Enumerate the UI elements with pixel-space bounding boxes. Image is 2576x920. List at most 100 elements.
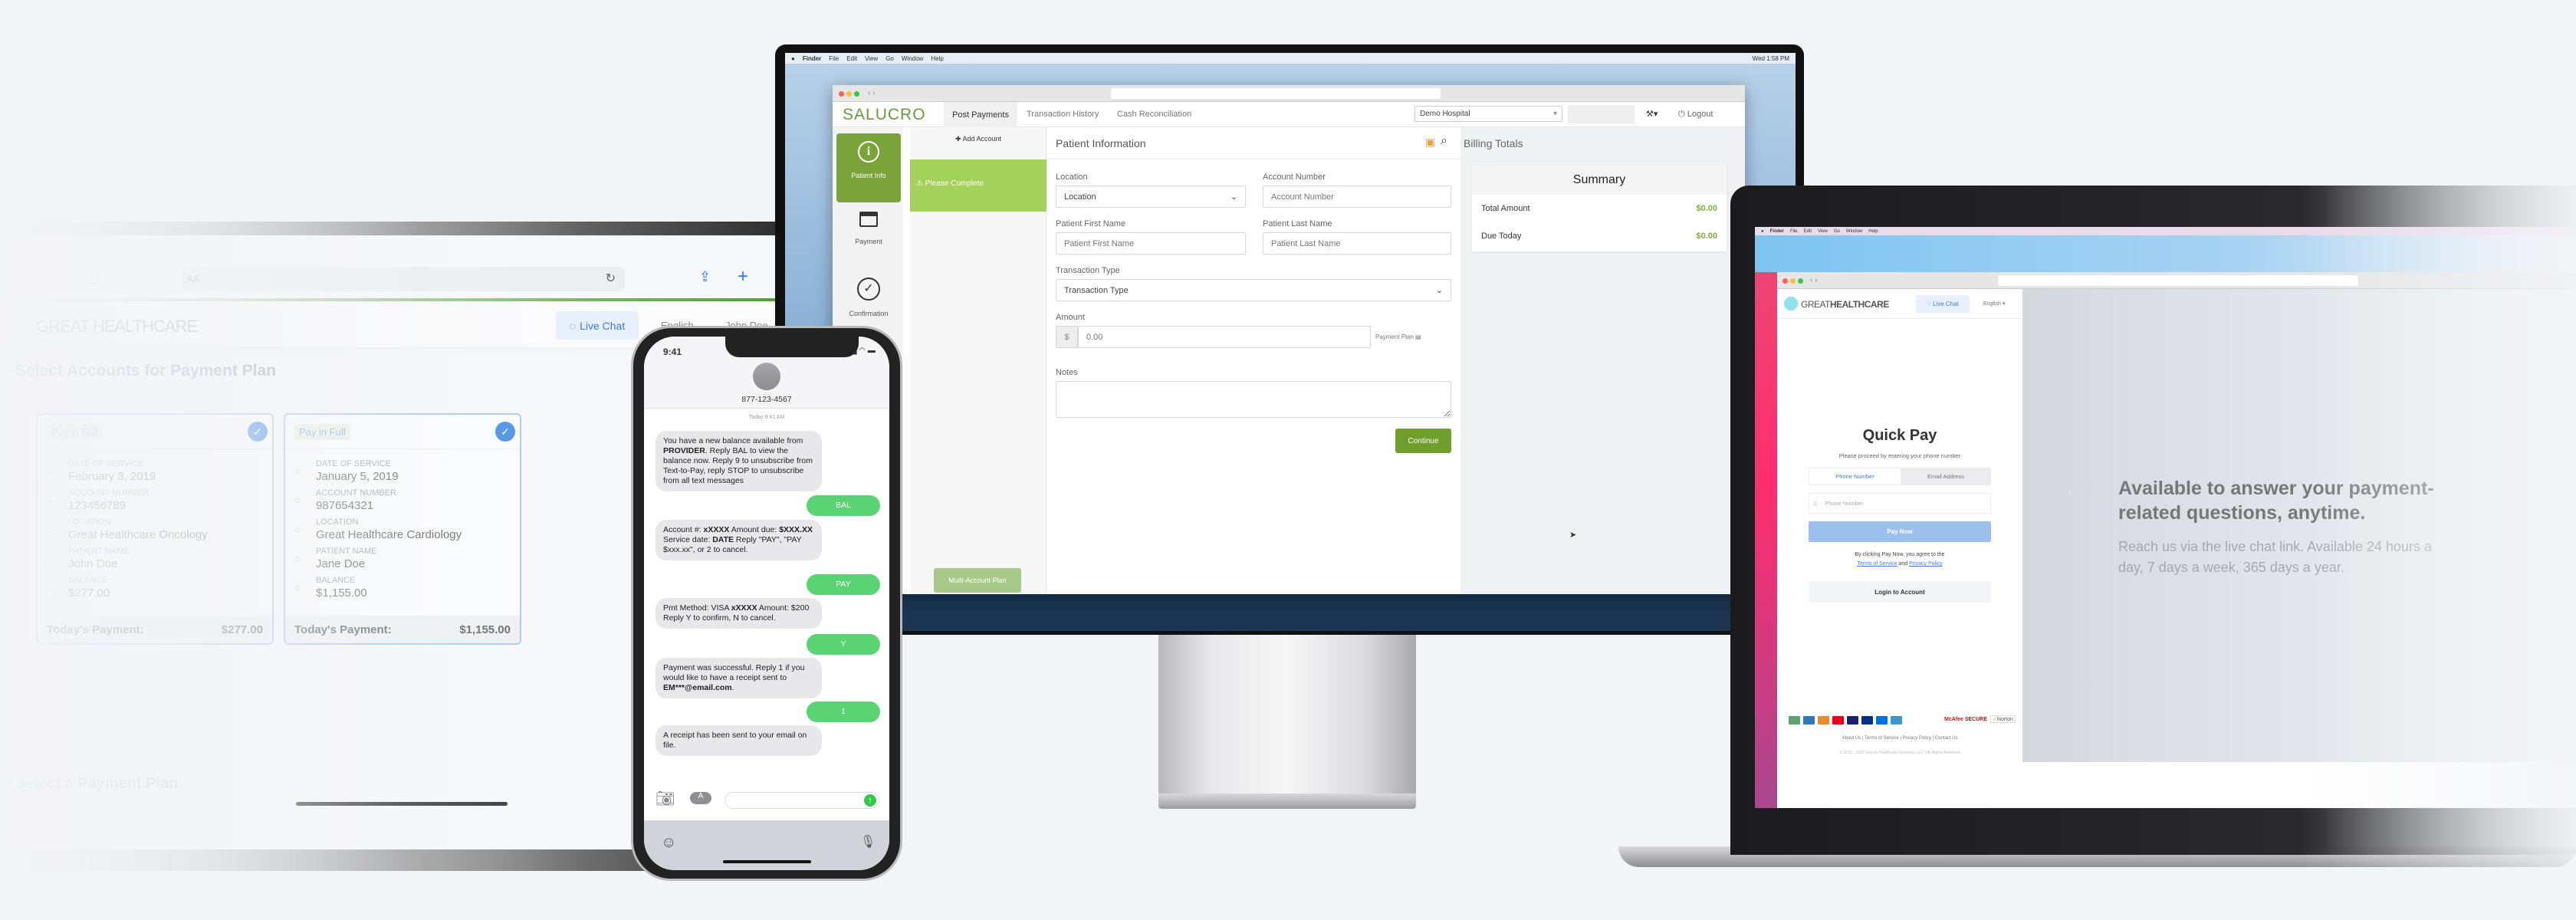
app-store-icon[interactable]: A <box>690 792 711 804</box>
multi-account-plan-button[interactable]: Multi-Account Plan <box>934 568 1021 593</box>
menu-view[interactable]: View <box>865 55 878 62</box>
camera-icon[interactable]: 📷︎ <box>656 789 675 808</box>
privacy-policy-link[interactable]: Privacy Policy <box>1909 561 1943 567</box>
location-select[interactable]: Location ⌄ <box>1056 186 1246 208</box>
menu-file[interactable]: File <box>1790 229 1798 234</box>
contact-number[interactable]: 877-123-4567 <box>644 395 889 404</box>
last-name-input[interactable] <box>1263 232 1451 255</box>
continue-button[interactable]: Continue <box>1395 429 1451 453</box>
browser-url-bar[interactable] <box>1998 274 2359 286</box>
menu-window[interactable]: Window <box>902 55 923 62</box>
back-forward-icon[interactable]: ‹ › <box>1810 276 1817 284</box>
back-forward-icon[interactable]: ‹ › <box>868 89 875 97</box>
payment-plan-toggle[interactable]: Payment Plan ▤ <box>1375 334 1421 340</box>
terms-of-service-link[interactable]: Terms of Service <box>1857 561 1897 567</box>
step-payment[interactable]: Payment <box>836 212 901 245</box>
message-text: Account #: <box>663 525 704 534</box>
field-icon: ○ <box>294 553 301 564</box>
menu-file[interactable]: File <box>829 55 839 62</box>
step-confirmation[interactable]: ✓ Confirmation <box>836 278 901 317</box>
reload-icon[interactable]: ↻ <box>606 271 616 286</box>
account-item[interactable]: ⚠ Please Complete <box>910 159 1046 212</box>
chevron-down-icon: ▾ <box>1552 110 1557 118</box>
account-card[interactable]: Pay in Full ✓ ○ Date of Service February … <box>36 413 274 645</box>
bookmarks-icon[interactable]: ▯ <box>92 271 99 286</box>
notes-textarea[interactable] <box>1056 381 1451 418</box>
phone-icon: ▯ <box>1814 500 1818 507</box>
tab-cash-reconciliation[interactable]: Cash Reconciliation <box>1117 110 1191 119</box>
menu-go[interactable]: Go <box>886 55 894 62</box>
carousel-prev-icon[interactable]: ‹ <box>2068 488 2071 497</box>
live-chat-button[interactable]: ◌ Live Chat <box>1916 295 1970 313</box>
window-controls[interactable] <box>1783 274 1806 288</box>
salucro-logo[interactable]: SALUCRO <box>843 106 926 124</box>
account-card[interactable]: Pay in Full ✓ ○ Date of Service January 5… <box>284 413 521 645</box>
field-value: John Doe <box>68 557 118 570</box>
menu-help[interactable]: Help <box>931 55 943 62</box>
amount-label: Amount <box>1056 313 1085 322</box>
location-label: Location <box>1056 172 1088 182</box>
phone-number-input[interactable]: ▯ Phone Number <box>1809 493 1991 514</box>
field-value: Great Healthcare Oncology <box>68 528 208 541</box>
paypal-icon <box>1861 716 1873 724</box>
reader-size-label[interactable]: AA <box>186 273 199 284</box>
message-input[interactable]: ↑ <box>724 792 879 809</box>
new-tab-icon[interactable]: + <box>738 266 748 288</box>
field-label: Patient Name <box>68 547 130 556</box>
monitor-stand-base <box>1158 794 1416 809</box>
field-icon: ○ <box>294 524 301 535</box>
selected-check-icon[interactable]: ✓ <box>495 422 515 442</box>
add-account-button[interactable]: ✚ Add Account <box>910 135 1046 143</box>
settings-wrench-icon[interactable]: ⚒▾ <box>1646 109 1658 119</box>
emoji-icon[interactable]: ☺ <box>661 834 676 852</box>
menu-finder[interactable]: Finder <box>803 55 821 62</box>
chat-icon: ◌ <box>569 319 577 332</box>
message-text: You have a new balance available from <box>663 436 803 445</box>
selected-check-icon[interactable]: ✓ <box>248 422 268 442</box>
brand-logo[interactable]: GREAT HEALTHCARE <box>36 317 198 337</box>
menu-help[interactable]: Help <box>1868 229 1878 234</box>
apple-icon[interactable]: ● <box>1761 229 1764 234</box>
account-number-input[interactable] <box>1263 186 1451 208</box>
pay-in-full-badge: Pay in Full <box>47 424 103 440</box>
footer-links[interactable]: About Us | Terms of Service | Privacy Po… <box>1777 736 2022 741</box>
logout-link[interactable]: ⏻ Logout <box>1678 110 1713 120</box>
menu-edit[interactable]: Edit <box>1804 229 1812 234</box>
field-value: $277.00 <box>68 586 110 600</box>
tab-post-payments[interactable]: Post Payments <box>944 102 1017 127</box>
field-value: $1,155.00 <box>316 586 367 600</box>
step-patient-info[interactable]: i Patient Info <box>836 133 901 202</box>
first-name-input[interactable] <box>1056 232 1246 255</box>
brand-logo[interactable]: GREATHEALTHCARE <box>1801 299 1889 310</box>
tablet-address-bar[interactable]: AA ↻ <box>182 267 625 291</box>
live-chat-button[interactable]: ◌ Live Chat <box>556 311 639 340</box>
share-icon[interactable]: ⇪ <box>699 269 711 285</box>
monitor-stand <box>1158 635 1416 805</box>
browser-url-bar[interactable] <box>1111 87 1441 99</box>
login-to-account-button[interactable]: Login to Account <box>1809 581 1991 603</box>
facility-select[interactable]: Demo Hospital ▾ <box>1414 106 1562 122</box>
tab-email-address[interactable]: Email Address <box>1901 473 1991 480</box>
menu-view[interactable]: View <box>1818 229 1828 234</box>
amount-input[interactable] <box>1078 326 1371 348</box>
window-controls[interactable] <box>839 87 862 100</box>
contact-avatar[interactable] <box>753 363 780 390</box>
ach-icon <box>1789 716 1800 724</box>
menu-window[interactable]: Window <box>1846 229 1862 234</box>
user-box[interactable] <box>1568 105 1635 123</box>
menu-go[interactable]: Go <box>1834 229 1840 234</box>
transaction-type-select[interactable]: Transaction Type ⌄ <box>1056 279 1451 301</box>
tab-transaction-history[interactable]: Transaction History <box>1027 110 1099 119</box>
gift-icon[interactable]: ▣ <box>1425 136 1435 149</box>
pay-now-button[interactable]: Pay Now <box>1809 521 1991 542</box>
microphone-icon[interactable]: 🎙︎ <box>860 834 876 849</box>
menu-finder[interactable]: Finder <box>1770 229 1784 234</box>
message-text: DATE <box>712 535 734 544</box>
language-select[interactable]: English ▾ <box>1983 301 2005 307</box>
apple-icon[interactable]: ● <box>791 55 795 62</box>
send-arrow-icon[interactable]: ↑ <box>864 794 876 807</box>
search-icon[interactable]: ⌕ <box>1441 134 1447 148</box>
menu-edit[interactable]: Edit <box>846 55 857 62</box>
tab-phone-number[interactable]: Phone Number <box>1809 468 1901 485</box>
message-text: PAY <box>836 580 851 589</box>
